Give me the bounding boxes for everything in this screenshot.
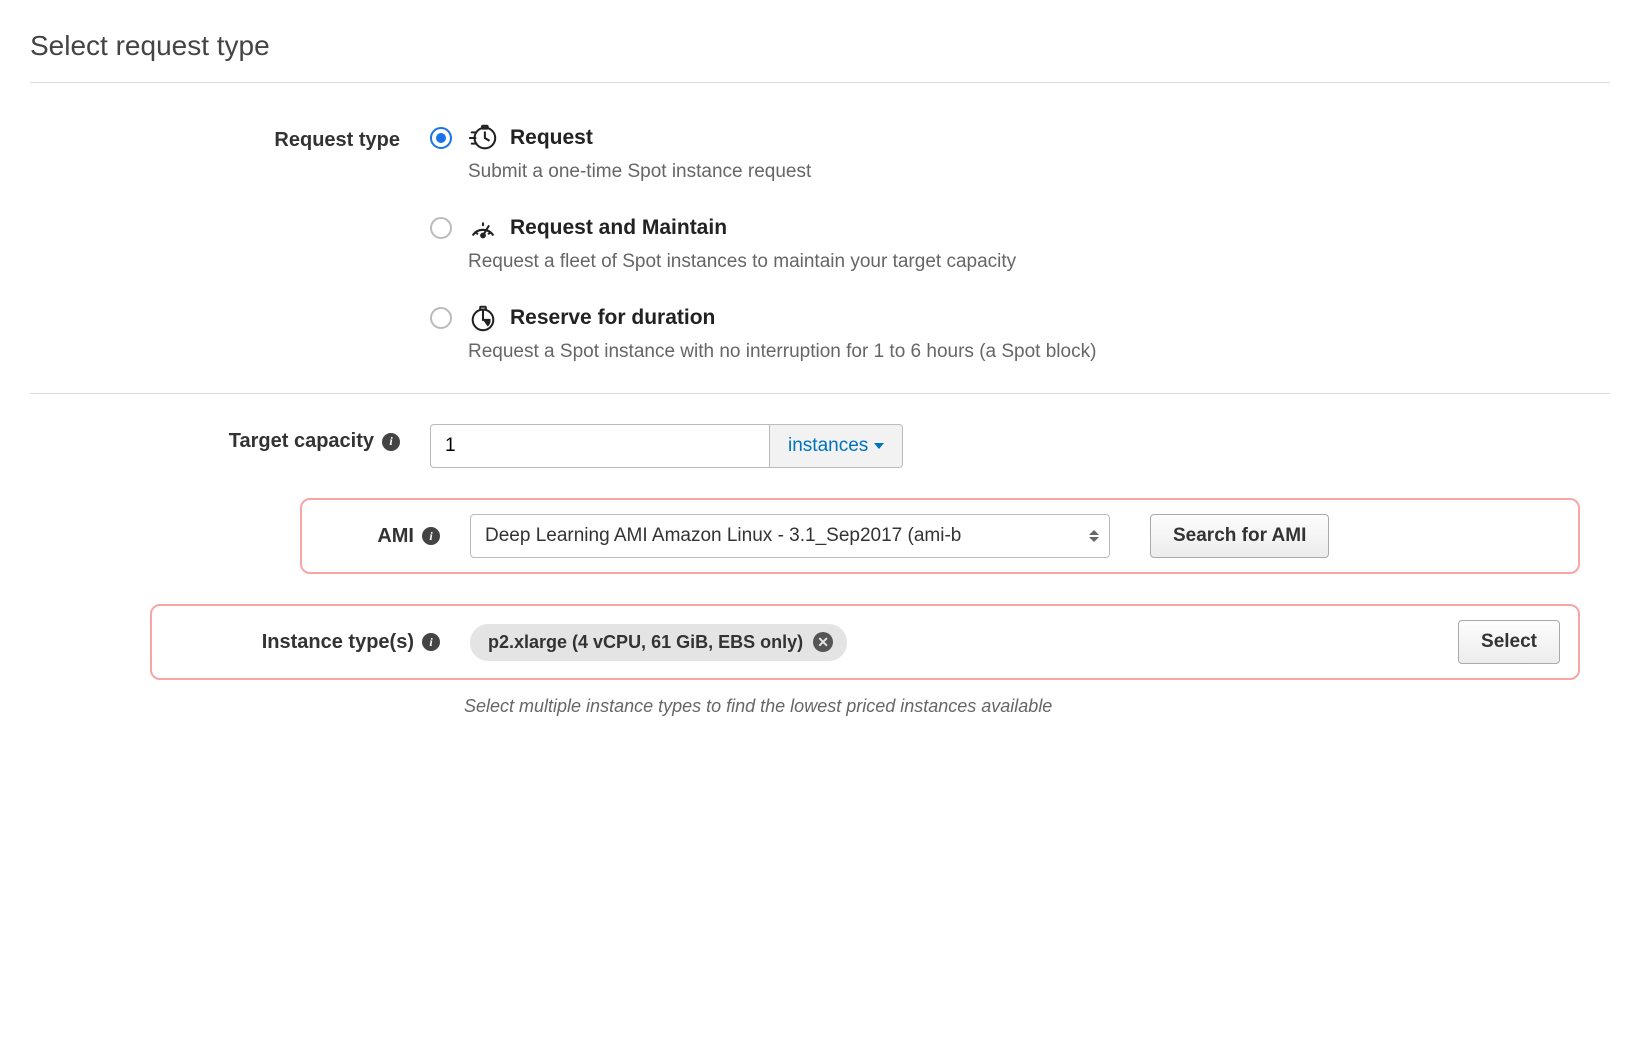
divider (30, 82, 1610, 83)
target-capacity-unit-dropdown[interactable]: instances (770, 424, 903, 468)
remove-tag-icon[interactable]: ✕ (813, 632, 833, 652)
instance-types-help: Select multiple instance types to find t… (464, 696, 1104, 717)
unit-label: instances (788, 435, 868, 457)
ami-select[interactable]: Deep Learning AMI Amazon Linux - 3.1_Sep… (470, 514, 1110, 558)
label-target-capacity: Target capacity i (30, 424, 430, 453)
gauge-icon (468, 213, 498, 243)
row-ami: AMI i Deep Learning AMI Amazon Linux - 3… (30, 498, 1610, 574)
request-type-options: Request Submit a one-time Spot instance … (430, 123, 1390, 363)
radio-desc: Submit a one-time Spot instance request (468, 161, 811, 183)
divider (30, 393, 1610, 394)
info-icon[interactable]: i (422, 633, 440, 651)
radio-title: Reserve for duration (510, 306, 715, 330)
radio-input[interactable] (430, 217, 452, 239)
radio-title: Request (510, 126, 593, 150)
label-instance-types: Instance type(s) i (170, 631, 450, 654)
label-ami: AMI i (320, 525, 450, 548)
radio-title: Request and Maintain (510, 216, 727, 240)
radio-desc: Request a Spot instance with no interrup… (468, 341, 1096, 363)
row-instance-types: Instance type(s) i p2.xlarge (4 vCPU, 61… (30, 604, 1610, 680)
radio-option-request-maintain[interactable]: Request and Maintain Request a fleet of … (430, 213, 1390, 273)
label-text: Target capacity (229, 430, 374, 453)
label-text: Request type (274, 129, 400, 152)
row-target-capacity: Target capacity i instances (30, 424, 1610, 468)
radio-desc: Request a fleet of Spot instances to mai… (468, 251, 1016, 273)
search-ami-button[interactable]: Search for AMI (1150, 514, 1329, 558)
radio-option-request[interactable]: Request Submit a one-time Spot instance … (430, 123, 1390, 183)
radio-option-reserve-duration[interactable]: Reserve for duration Request a Spot inst… (430, 303, 1390, 363)
target-capacity-group: instances (430, 424, 1390, 468)
ami-selected-text: Deep Learning AMI Amazon Linux - 3.1_Sep… (485, 525, 961, 546)
info-icon[interactable]: i (382, 433, 400, 451)
label-request-type: Request type (30, 123, 430, 152)
select-arrows-icon (1089, 530, 1099, 542)
info-icon[interactable]: i (422, 527, 440, 545)
tag-text: p2.xlarge (4 vCPU, 61 GiB, EBS only) (488, 632, 803, 653)
clock-duration-icon (468, 303, 498, 333)
chevron-down-icon (874, 443, 884, 449)
target-capacity-input[interactable] (430, 424, 770, 468)
row-request-type: Request type Request Submit a one-time S… (30, 123, 1610, 363)
instance-type-tag: p2.xlarge (4 vCPU, 61 GiB, EBS only) ✕ (470, 624, 847, 661)
label-text: Instance type(s) (262, 631, 414, 654)
section-title: Select request type (30, 30, 1610, 62)
radio-input[interactable] (430, 127, 452, 149)
select-instance-types-button[interactable]: Select (1458, 620, 1560, 664)
clock-fast-icon (468, 123, 498, 153)
radio-input[interactable] (430, 307, 452, 329)
label-text: AMI (377, 525, 414, 548)
